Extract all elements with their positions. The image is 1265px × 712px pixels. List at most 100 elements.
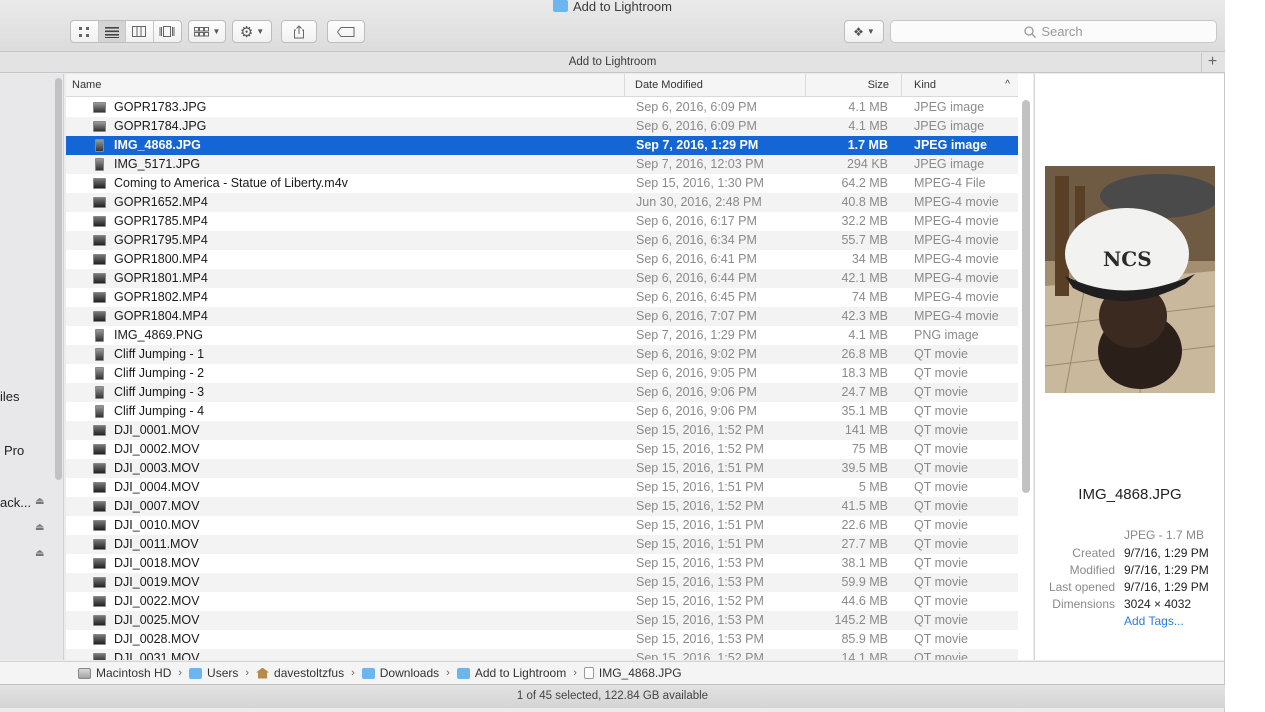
file-row[interactable]: DJI_0031.MOV Sep 15, 2016, 1:52 PM 14.1 MB… xyxy=(66,649,1018,660)
eject-icon[interactable]: ⏏ xyxy=(35,522,44,533)
column-view-icon xyxy=(132,26,147,37)
file-row[interactable]: GOPR1801.MP4 Sep 6, 2016, 6:44 PM 42.1 MB M… xyxy=(66,269,1018,288)
breadcrumb-item[interactable]: Add to Lightroom xyxy=(456,666,567,680)
file-row[interactable]: IMG_4868.JPG Sep 7, 2016, 1:29 PM 1.7 MB JP… xyxy=(66,136,1018,155)
file-row[interactable]: DJI_0011.MOV Sep 15, 2016, 1:51 PM 27.7 MB… xyxy=(66,535,1018,554)
file-row[interactable]: DJI_0001.MOV Sep 15, 2016, 1:52 PM 141 MB Q… xyxy=(66,421,1018,440)
share-button[interactable] xyxy=(281,20,317,43)
file-row[interactable]: DJI_0022.MOV Sep 15, 2016, 1:52 PM 44.6 MB… xyxy=(66,592,1018,611)
sidebar-item-pro[interactable]: Pro xyxy=(4,443,24,458)
tags-button[interactable] xyxy=(327,20,365,43)
file-row[interactable]: DJI_0003.MOV Sep 15, 2016, 1:51 PM 39.5 MB… xyxy=(66,459,1018,478)
breadcrumb-item[interactable]: Users xyxy=(189,666,238,680)
eject-icon[interactable]: ⏏ xyxy=(35,496,44,507)
icon-view-button[interactable] xyxy=(71,21,99,42)
file-row[interactable]: DJI_0002.MOV Sep 15, 2016, 1:52 PM 75 MB QT… xyxy=(66,440,1018,459)
view-mode-control xyxy=(70,20,182,43)
movie-file-icon xyxy=(93,539,106,550)
sidebar-scrollbar[interactable] xyxy=(55,78,62,480)
sidebar-item-backup[interactable]: ack... xyxy=(0,495,31,510)
movie-file-icon xyxy=(93,482,106,493)
file-size: 27.7 MB xyxy=(841,537,888,551)
file-row[interactable]: DJI_0025.MOV Sep 15, 2016, 1:53 PM 145.2 M… xyxy=(66,611,1018,630)
breadcrumb-label: Add to Lightroom xyxy=(474,666,567,680)
list-view-button[interactable] xyxy=(98,21,126,42)
dropbox-icon: ❖ xyxy=(853,24,864,39)
file-row[interactable]: Cliff Jumping - 2 Sep 6, 2016, 9:05 PM 18.… xyxy=(66,364,1018,383)
arrange-button[interactable]: ▼ xyxy=(188,20,226,43)
file-name: DJI_0003.MOV xyxy=(114,461,200,475)
sidebar-item-label: iles xyxy=(0,389,20,404)
column-date-header[interactable]: Date Modified xyxy=(625,74,806,96)
file-row[interactable]: DJI_0004.MOV Sep 15, 2016, 1:51 PM 5 MB QT … xyxy=(66,478,1018,497)
add-tags-link[interactable]: Add Tags... xyxy=(1124,614,1184,628)
breadcrumb-item[interactable]: Macintosh HD xyxy=(78,666,171,680)
file-row[interactable]: DJI_0010.MOV Sep 15, 2016, 1:51 PM 22.6 MB… xyxy=(66,516,1018,535)
file-date: Sep 15, 2016, 1:53 PM xyxy=(636,556,764,570)
movie-file-icon xyxy=(93,596,106,607)
file-row[interactable]: GOPR1800.MP4 Sep 6, 2016, 6:41 PM 34 MB MPE… xyxy=(66,250,1018,269)
file-row[interactable]: GOPR1804.MP4 Sep 6, 2016, 7:07 PM 42.3 MB M… xyxy=(66,307,1018,326)
dropbox-button[interactable]: ❖ ▼ xyxy=(844,20,884,43)
add-tab-button[interactable]: + xyxy=(1201,53,1223,72)
file-row[interactable]: GOPR1802.MP4 Sep 6, 2016, 6:45 PM 74 MB MPE… xyxy=(66,288,1018,307)
eject-icon[interactable]: ⏏ xyxy=(35,548,44,559)
column-view-button[interactable] xyxy=(126,21,154,42)
column-size-header[interactable]: Size xyxy=(806,74,902,96)
home-icon xyxy=(256,667,270,679)
file-kind: JPEG image xyxy=(914,100,985,114)
file-row[interactable]: DJI_0018.MOV Sep 15, 2016, 1:53 PM 38.1 MB… xyxy=(66,554,1018,573)
cover-flow-button[interactable] xyxy=(154,21,181,42)
file-row[interactable]: GOPR1784.JPG Sep 6, 2016, 6:09 PM 4.1 MB JP… xyxy=(66,117,1018,136)
file-row[interactable]: Cliff Jumping - 3 Sep 6, 2016, 9:06 PM 24.… xyxy=(66,383,1018,402)
file-row[interactable]: Cliff Jumping - 1 Sep 6, 2016, 9:02 PM 26.… xyxy=(66,345,1018,364)
breadcrumb-label: Macintosh HD xyxy=(96,666,172,680)
sidebar: iles Pro ack... ⏏ ⏏ ⏏ xyxy=(0,74,64,660)
file-row[interactable]: Coming to America - Statue of Liberty.m4… xyxy=(66,174,1018,193)
file-date: Sep 6, 2016, 6:44 PM xyxy=(636,271,757,285)
list-scrollbar[interactable] xyxy=(1022,100,1030,493)
column-name-header[interactable]: Name xyxy=(66,74,625,96)
file-row[interactable]: GOPR1795.MP4 Sep 6, 2016, 6:34 PM 55.7 MB M… xyxy=(66,231,1018,250)
file-kind: QT movie xyxy=(914,461,968,475)
search-input[interactable]: Search xyxy=(890,20,1217,43)
file-row[interactable]: GOPR1652.MP4 Jun 30, 2016, 2:48 PM 40.8 MB… xyxy=(66,193,1018,212)
toolbar: Add to Lightroom ▼ ⚙ ▼ ❖ ▼ Search xyxy=(0,0,1225,52)
file-row[interactable]: GOPR1785.MP4 Sep 6, 2016, 6:17 PM 32.2 MB M… xyxy=(66,212,1018,231)
file-row[interactable]: DJI_0007.MOV Sep 15, 2016, 1:52 PM 41.5 MB… xyxy=(66,497,1018,516)
sidebar-item-files[interactable]: iles xyxy=(0,389,20,404)
file-date: Sep 15, 2016, 1:52 PM xyxy=(636,423,764,437)
image-file-icon xyxy=(95,367,104,380)
file-row[interactable]: GOPR1783.JPG Sep 6, 2016, 6:09 PM 4.1 MB JP… xyxy=(66,98,1018,117)
file-date: Sep 6, 2016, 9:06 PM xyxy=(636,385,757,399)
file-date: Sep 15, 2016, 1:51 PM xyxy=(636,518,764,532)
cover-flow-icon xyxy=(159,26,175,37)
file-kind: QT movie xyxy=(914,480,968,494)
status-text: 1 of 45 selected, 122.84 GB available xyxy=(516,690,709,702)
file-row[interactable]: DJI_0019.MOV Sep 15, 2016, 1:53 PM 59.9 MB… xyxy=(66,573,1018,592)
file-kind: MPEG-4 movie xyxy=(914,309,999,323)
breadcrumb-label: davestoltzfus xyxy=(274,666,345,680)
file-name: GOPR1801.MP4 xyxy=(114,271,208,285)
column-kind-header[interactable]: Kind ^ xyxy=(902,74,1018,96)
file-row[interactable]: IMG_4869.PNG Sep 7, 2016, 1:29 PM 4.1 MB PN… xyxy=(66,326,1018,345)
breadcrumb-item[interactable]: Downloads xyxy=(361,666,439,680)
file-row[interactable]: DJI_0028.MOV Sep 15, 2016, 1:53 PM 85.9 MB… xyxy=(66,630,1018,649)
file-date: Sep 15, 2016, 1:53 PM xyxy=(636,575,764,589)
breadcrumb-item[interactable]: davestoltzfus xyxy=(256,666,344,680)
file-row[interactable]: IMG_5171.JPG Sep 7, 2016, 12:03 PM 294 KB J… xyxy=(66,155,1018,174)
tab-title[interactable]: Add to Lightroom xyxy=(569,56,657,68)
file-name: DJI_0025.MOV xyxy=(114,613,200,627)
file-name: Cliff Jumping - 3 xyxy=(114,385,205,399)
movie-file-icon xyxy=(93,254,106,265)
file-kind: QT movie xyxy=(914,366,968,380)
breadcrumb-item[interactable]: IMG_4868.JPG xyxy=(583,666,682,680)
dog-photo-thumbnail: NCS xyxy=(1045,166,1215,393)
image-file-icon xyxy=(95,329,104,342)
file-name: DJI_0002.MOV xyxy=(114,442,200,456)
file-row[interactable]: Cliff Jumping - 4 Sep 6, 2016, 9:06 PM 35.… xyxy=(66,402,1018,421)
action-button[interactable]: ⚙ ▼ xyxy=(232,20,272,43)
column-name-label: Name xyxy=(72,79,102,91)
path-bar-left xyxy=(0,661,66,684)
file-name: DJI_0007.MOV xyxy=(114,499,200,513)
